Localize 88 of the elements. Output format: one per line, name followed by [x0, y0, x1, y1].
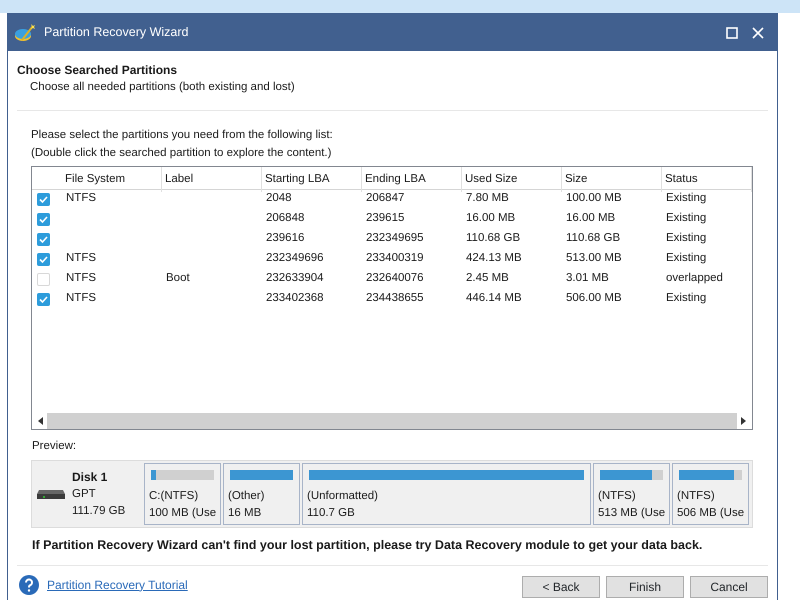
partition-block[interactable]: (NTFS) 506 MB (Use [672, 463, 749, 525]
table-cell-text: overlapped [665, 271, 724, 286]
table-cell-text: 100.00 MB [565, 191, 623, 206]
table-cell-text: NTFS [65, 191, 98, 206]
scroll-left-icon[interactable] [37, 416, 45, 425]
partition-block[interactable]: (Other) 16 MB [223, 463, 300, 525]
checkbox[interactable] [37, 232, 50, 246]
table-cell-text: 16.00 MB [565, 211, 616, 226]
instruction-text: Please select the partitions you need from the following list: [31, 128, 334, 144]
table-cell-text: 7.80 MB [465, 191, 510, 206]
hard-drive-icon [36, 488, 66, 500]
partition-name: (NTFS) [677, 489, 716, 504]
partition-name: (NTFS) [598, 489, 637, 504]
wizard-disk-icon [14, 22, 36, 44]
table-cell-text: 233402368 [265, 291, 325, 306]
table-cell-text: Existing [665, 251, 708, 266]
preview-label: Preview: [32, 438, 78, 454]
table-cell-text: 506.00 MB [565, 291, 623, 306]
table-cell-text: 446.14 MB [465, 291, 523, 306]
column-header[interactable]: File System [62, 166, 162, 192]
partition-block[interactable]: (NTFS) 513 MB (Use [593, 463, 670, 525]
hint-text: If Partition Recovery Wizard can't find your lost partition, please try Data Recovery module to get your data back. [32, 537, 702, 554]
dialog-button[interactable]: < Back [522, 576, 600, 598]
table-cell-text: 110.68 GB [465, 231, 522, 246]
close-icon[interactable] [752, 26, 764, 38]
partition-size: 513 MB (Use [598, 506, 665, 522]
table-cell-text: 3.01 MB [565, 271, 610, 286]
table-cell-text: Existing [665, 211, 708, 226]
help-icon[interactable] [19, 574, 39, 595]
usage-bar [151, 470, 214, 480]
checkbox[interactable] [37, 252, 50, 266]
table-cell-text: 206848 [265, 211, 306, 226]
checkbox[interactable] [37, 292, 50, 306]
disk-type: GPT [72, 486, 97, 502]
partition-name: (Unformatted) [307, 489, 379, 504]
tutorial-link[interactable]: Partition Recovery Tutorial [47, 576, 188, 594]
partition-block[interactable]: (Unformatted) 110.7 GB [302, 463, 591, 525]
table-cell-text: 424.13 MB [465, 251, 523, 266]
table-cell-text: 206847 [365, 191, 406, 206]
usage-bar [600, 470, 663, 480]
maximize-icon[interactable] [726, 26, 738, 38]
disk-size: 111.79 GB [72, 504, 126, 519]
column-header[interactable]: Used Size [462, 166, 562, 192]
table-cell-text: Boot [165, 271, 191, 286]
column-header[interactable]: Status [662, 166, 752, 192]
table-cell-text: 232640076 [365, 271, 425, 286]
table-cell-text: 232633904 [265, 271, 325, 286]
partition-name: C:(NTFS) [149, 489, 200, 504]
table-cell-text: 513.00 MB [565, 251, 623, 266]
partition-name: (Other) [228, 489, 266, 504]
table-cell-text: NTFS [65, 271, 98, 286]
table-cell-text: 2048 [265, 191, 293, 206]
checkbox[interactable] [37, 212, 50, 226]
dialog-button[interactable]: Cancel [690, 576, 768, 598]
checkbox[interactable] [37, 272, 50, 286]
column-header[interactable]: Ending LBA [362, 166, 462, 192]
checkbox[interactable] [37, 192, 50, 206]
column-header[interactable]: Starting LBA [262, 166, 362, 192]
table-cell-text: 16.00 MB [465, 211, 516, 226]
column-header[interactable]: Label [162, 166, 262, 192]
table-cell-text: 2.45 MB [465, 271, 510, 286]
usage-bar [679, 470, 742, 480]
partition-size: 100 MB (Use [149, 506, 216, 522]
partition-size: 506 MB (Use [677, 506, 744, 522]
table-cell-text: 239616 [265, 231, 306, 246]
window-title: Partition Recovery Wizard [44, 24, 190, 42]
instruction-text: (Double click the searched partition to explore the content.) [31, 146, 332, 160]
step-subtitle: Choose all needed partitions (both existing and lost) [29, 80, 296, 95]
disk-name: Disk 1 [72, 468, 108, 486]
table-cell-text: 233400319 [365, 251, 425, 266]
usage-bar [230, 470, 293, 480]
partition-size: 110.7 GB [307, 506, 356, 522]
step-title: Choose Searched Partitions [17, 62, 178, 79]
table-cell-text: 232349696 [265, 251, 325, 266]
table-cell-text: 232349695 [365, 231, 425, 246]
dialog-button[interactable]: Finish [606, 576, 684, 598]
column-header[interactable]: Size [562, 166, 662, 192]
table-cell-text: 110.68 GB [565, 231, 622, 246]
table-cell-text: 239615 [365, 211, 406, 226]
table-cell-text: NTFS [65, 251, 98, 266]
table-cell-text: 234438655 [365, 291, 425, 306]
table-cell-text: NTFS [65, 291, 98, 306]
scroll-right-icon[interactable] [739, 416, 747, 425]
table-cell-text: Existing [665, 231, 708, 246]
table-cell-text: Existing [665, 291, 708, 306]
table-cell-text: Existing [665, 191, 708, 206]
partition-size: 16 MB [228, 506, 262, 522]
partition-block[interactable]: C:(NTFS) 100 MB (Use [144, 463, 221, 525]
